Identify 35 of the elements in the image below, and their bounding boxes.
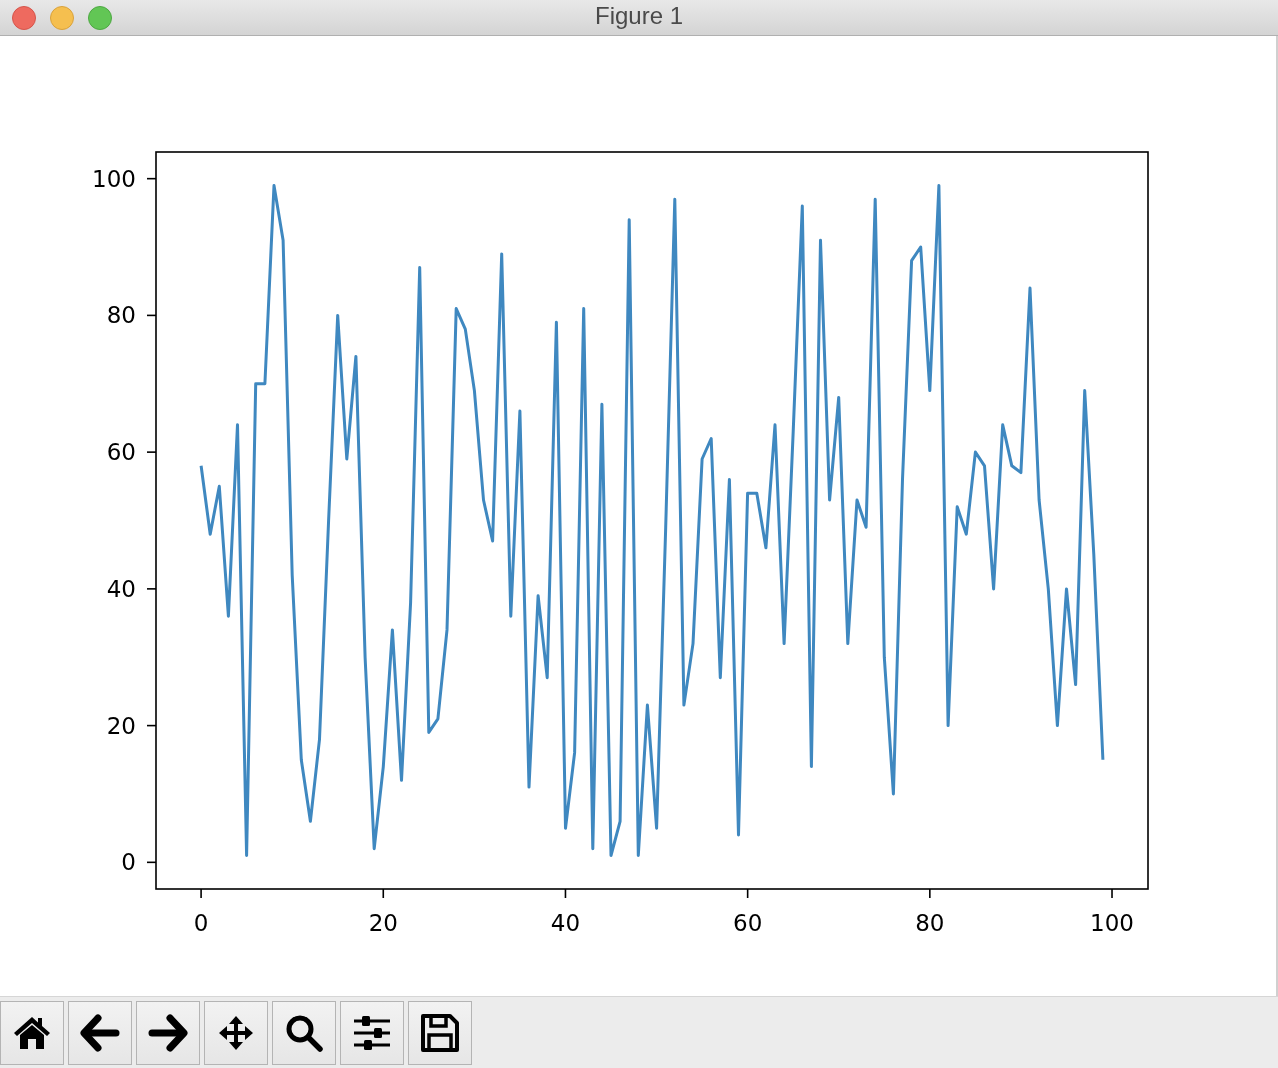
tick-mark xyxy=(564,888,567,899)
y-tick-label: 20 xyxy=(106,712,136,739)
x-tick-label: 20 xyxy=(368,910,398,936)
zoom-button[interactable] xyxy=(272,1001,336,1065)
back-button[interactable] xyxy=(68,1001,132,1065)
tick-mark xyxy=(146,588,157,590)
close-button[interactable] xyxy=(12,5,36,30)
y-tick-label: 80 xyxy=(106,302,136,329)
pan-button[interactable] xyxy=(204,1001,268,1065)
configure-button[interactable] xyxy=(340,1001,404,1065)
tick-mark xyxy=(146,724,157,727)
tick-mark xyxy=(1111,888,1113,899)
save-button[interactable] xyxy=(408,1001,472,1065)
tick-mark xyxy=(382,888,385,899)
x-tick-label: 80 xyxy=(915,910,945,936)
tick-mark xyxy=(146,177,157,180)
window-title: Figure 1 xyxy=(594,2,683,29)
tick-mark xyxy=(146,314,157,317)
tick-mark xyxy=(146,861,157,864)
y-tick-label: 100 xyxy=(92,165,136,192)
tick-mark xyxy=(200,888,202,899)
x-tick-label: 0 xyxy=(193,910,209,936)
tick-mark xyxy=(746,888,749,899)
y-tick-label: 40 xyxy=(106,575,136,602)
tick-mark xyxy=(929,888,931,899)
x-tick-label: 100 xyxy=(1090,910,1134,936)
forward-button[interactable] xyxy=(136,1001,200,1065)
home-button[interactable] xyxy=(0,1001,64,1065)
x-tick-label: 60 xyxy=(733,910,763,936)
y-tick-label: 0 xyxy=(121,849,136,876)
y-tick-label: 60 xyxy=(106,439,136,466)
sliders-icon xyxy=(352,1013,392,1053)
x-tick-label: 40 xyxy=(550,910,581,936)
tick-mark xyxy=(146,451,157,453)
search-icon xyxy=(284,1013,324,1053)
